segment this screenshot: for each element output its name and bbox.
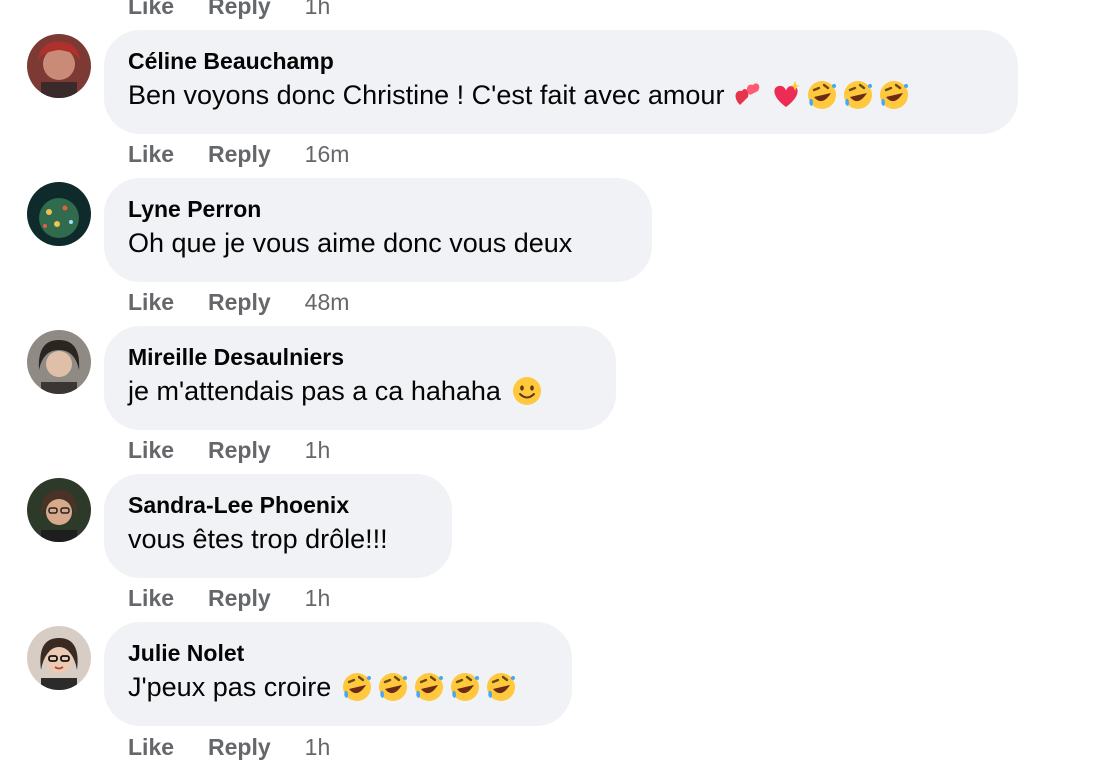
comment-actions: Like Reply 1h xyxy=(128,584,330,612)
comment-timestamp: 48m xyxy=(304,288,350,315)
like-button[interactable]: Like xyxy=(128,437,174,464)
comment-actions: Like Reply 16m xyxy=(128,140,349,168)
rofl-emoji-icon xyxy=(341,671,373,703)
avatar[interactable] xyxy=(27,34,91,98)
comment-body: je m'attendais pas a ca hahaha xyxy=(128,372,592,410)
like-button[interactable]: Like xyxy=(128,141,174,168)
comment-thread: Like Reply 1h Céline Beauchamp Ben voyon… xyxy=(0,0,1114,768)
comment-body: J'peux pas croire xyxy=(128,668,548,706)
comment-timestamp: 1h xyxy=(304,436,331,463)
rofl-emoji-icon xyxy=(449,671,481,703)
comment-bubble: Mireille Desaulniers je m'attendais pas … xyxy=(104,326,616,430)
rofl-emoji-icon xyxy=(842,79,874,111)
comment-body: Ben voyons donc Christine ! C'est fait a… xyxy=(128,76,994,114)
comment-text: Oh que je vous aime donc vous deux xyxy=(128,228,573,258)
comment-timestamp: 1h xyxy=(304,0,331,19)
comment-author[interactable]: Sandra-Lee Phoenix xyxy=(128,490,428,520)
reply-button[interactable]: Reply xyxy=(208,289,271,316)
avatar[interactable] xyxy=(27,182,91,246)
rofl-emoji-icon xyxy=(485,671,517,703)
avatar[interactable] xyxy=(27,626,91,690)
reply-button[interactable]: Reply xyxy=(208,437,271,464)
rofl-emoji-icon xyxy=(806,79,838,111)
reply-button[interactable]: Reply xyxy=(208,0,271,20)
comment-bubble: Sandra-Lee Phoenix vous êtes trop drôle!… xyxy=(104,474,452,578)
comment-actions: Like Reply 48m xyxy=(128,288,349,316)
reply-button[interactable]: Reply xyxy=(208,585,271,612)
rofl-emoji-icon xyxy=(413,671,445,703)
two-hearts-icon xyxy=(734,79,766,111)
comment-body: vous êtes trop drôle!!! xyxy=(128,520,428,558)
avatar[interactable] xyxy=(27,330,91,394)
comment-bubble: Lyne Perron Oh que je vous aime donc vou… xyxy=(104,178,652,282)
comment-author[interactable]: Mireille Desaulniers xyxy=(128,342,592,372)
comment-text: J'peux pas croire xyxy=(128,672,332,702)
rofl-emoji-icon xyxy=(878,79,910,111)
comment-text: je m'attendais pas a ca hahaha xyxy=(128,376,501,406)
like-button[interactable]: Like xyxy=(128,0,174,20)
rofl-emoji-icon xyxy=(377,671,409,703)
comment-bubble: Céline Beauchamp Ben voyons donc Christi… xyxy=(104,30,1018,134)
comment-body: Oh que je vous aime donc vous deux xyxy=(128,224,628,262)
comment-text: vous êtes trop drôle!!! xyxy=(128,524,388,554)
comment-actions: Like Reply 1h xyxy=(128,436,330,464)
smile-emoji-icon xyxy=(511,375,543,407)
comment-author[interactable]: Lyne Perron xyxy=(128,194,628,224)
comment-actions: Like Reply 1h xyxy=(128,0,330,20)
reply-button[interactable]: Reply xyxy=(208,141,271,168)
comment-timestamp: 16m xyxy=(304,140,350,167)
comment-author[interactable]: Céline Beauchamp xyxy=(128,46,994,76)
comment-bubble: Julie Nolet J'peux pas croire xyxy=(104,622,572,726)
comment-actions: Like Reply 1h xyxy=(128,733,330,761)
like-button[interactable]: Like xyxy=(128,734,174,761)
comment-text: Ben voyons donc Christine ! C'est fait a… xyxy=(128,80,725,110)
sparkling-heart-icon xyxy=(770,79,802,111)
like-button[interactable]: Like xyxy=(128,289,174,316)
comment-timestamp: 1h xyxy=(304,733,331,760)
reply-button[interactable]: Reply xyxy=(208,734,271,761)
comment-timestamp: 1h xyxy=(304,584,331,611)
avatar[interactable] xyxy=(27,478,91,542)
comment-author[interactable]: Julie Nolet xyxy=(128,638,548,668)
like-button[interactable]: Like xyxy=(128,585,174,612)
